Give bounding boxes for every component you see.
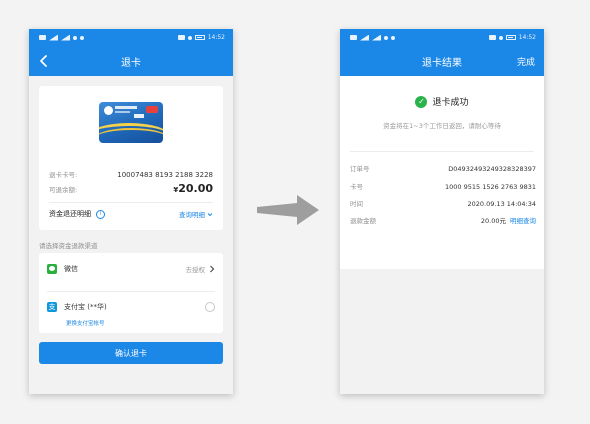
refund-amount-row: 退款金额 20.00元 明细查询: [350, 215, 536, 225]
card-union-tag: [146, 106, 158, 113]
result-panel: ✓ 退卡成功 资金将在1~3个工作日返回，请耐心等待 订单号 D04932493…: [340, 76, 544, 269]
refund-detail-heading: 资金退还明细 i: [49, 209, 105, 219]
result-divider: [350, 151, 534, 152]
done-button[interactable]: 完成: [517, 55, 535, 68]
wechat-icon: [47, 264, 57, 274]
status-icons-left: [39, 34, 84, 41]
refund-amount: 20.00元 明细查询: [481, 215, 536, 225]
query-detail-link[interactable]: 查询明细: [179, 209, 213, 219]
order-value: D04932493249328328397: [448, 165, 536, 173]
time-label: 时间: [350, 200, 363, 208]
wechat-authorize-label: 去授权: [185, 266, 206, 274]
wifi-icon: [73, 35, 77, 40]
balance-amount: ¥20.00: [173, 182, 213, 195]
nfc-icon: [488, 35, 496, 40]
balance-value: 20.00: [178, 182, 213, 195]
vibrate-icon: [187, 35, 192, 40]
refund-amount-value: 20.00元: [480, 217, 506, 225]
time-value: 2020.09.13 14:04:34: [467, 200, 536, 208]
signal-icon: [49, 34, 58, 41]
refund-card-screen: 14:52 退卡 退卡卡号: 10007483 8193 2188 3228 可…: [29, 29, 233, 394]
transit-card-image: [99, 102, 163, 143]
card-label-mark: [134, 114, 144, 118]
refund-channel-prompt: 请选择资金退款渠道: [39, 242, 98, 250]
card-number-value: 10007483 8193 2188 3228: [117, 171, 213, 179]
wechat-option[interactable]: 微信 去授权: [47, 259, 215, 279]
battery-icon: [194, 35, 205, 40]
card-brand-mark: [115, 106, 137, 109]
sim-icon: [39, 35, 46, 40]
card-value: 1000 9515 1526 2763 9831: [445, 183, 536, 191]
chevron-right-icon: [210, 265, 215, 273]
refund-detail-row: 资金退还明细 i 查询明细: [49, 209, 213, 219]
signal-icon-2: [61, 34, 70, 41]
success-heading: ✓ 退卡成功: [340, 95, 544, 108]
status-time: 14:52: [207, 33, 225, 41]
page-title: 退卡结果: [422, 57, 462, 69]
card-logo: [104, 106, 113, 115]
detail-query-link[interactable]: 明细查询: [510, 217, 536, 225]
notification-icon: [391, 35, 395, 40]
card-wave-2: [99, 128, 163, 143]
confirm-refund-button[interactable]: 确认退卡: [39, 342, 223, 364]
nav-bar: 退卡: [29, 46, 233, 76]
balance-label: 可退余额:: [49, 186, 78, 194]
success-subtitle: 资金将在1~3个工作日返回，请耐心等待: [383, 122, 501, 130]
wechat-authorize[interactable]: 去授权: [186, 264, 216, 274]
signal-icon: [360, 34, 369, 41]
balance-row: 可退余额: ¥20.00: [49, 182, 213, 195]
card-number-label: 退卡卡号:: [49, 171, 78, 179]
card-label: 卡号: [350, 183, 363, 191]
nfc-icon: [177, 35, 185, 40]
alipay-option[interactable]: 支 支付宝 (**华): [47, 297, 215, 317]
channel-divider: [47, 291, 215, 292]
vibrate-icon: [498, 35, 503, 40]
order-row: 订单号 D04932493249328328397: [350, 163, 536, 173]
card-brand-submark: [115, 111, 130, 113]
status-bar: 14:52: [29, 29, 233, 46]
success-title: 退卡成功: [432, 98, 469, 108]
status-icons-right: 14:52: [488, 33, 536, 41]
page-title: 退卡: [121, 57, 141, 69]
alipay-icon: 支: [47, 302, 57, 312]
wechat-option-left: 微信: [47, 264, 78, 274]
back-arrow-icon[interactable]: [38, 54, 50, 68]
nav-bar: 退卡结果 完成: [340, 46, 544, 76]
query-detail-label: 查询明细: [179, 211, 205, 219]
card-info-panel: 退卡卡号: 10007483 8193 2188 3228 可退余额: ¥20.…: [39, 86, 223, 230]
order-label: 订单号: [350, 165, 370, 173]
info-icon[interactable]: i: [96, 209, 105, 219]
wechat-label: 微信: [64, 265, 78, 273]
alipay-option-left: 支 支付宝 (**华): [47, 302, 107, 312]
alipay-label: 支付宝 (**华): [64, 303, 107, 311]
status-icons-left: [350, 34, 395, 41]
card-row: 卡号 1000 9515 1526 2763 9831: [350, 181, 536, 191]
status-time: 14:52: [518, 33, 536, 41]
refund-detail-title: 资金退还明细: [49, 210, 91, 218]
change-alipay-link[interactable]: 更换支付宝帐号: [66, 319, 105, 327]
battery-icon: [505, 35, 516, 40]
alipay-radio[interactable]: [205, 302, 215, 312]
success-check-icon: ✓: [415, 95, 428, 108]
chevron-down-icon: [207, 212, 213, 216]
refund-result-screen: 14:52 退卡结果 完成 ✓ 退卡成功 资金将在1~3个工作日返回，请耐心等待…: [340, 29, 544, 394]
card-number-row: 退卡卡号: 10007483 8193 2188 3228: [49, 169, 213, 179]
status-bar: 14:52: [340, 29, 544, 46]
time-row: 时间 2020.09.13 14:04:34: [350, 198, 536, 208]
wifi-icon: [384, 35, 388, 40]
card-divider: [49, 202, 213, 203]
status-icons-right: 14:52: [177, 33, 225, 41]
flow-arrow-icon: [257, 195, 319, 225]
signal-icon-2: [372, 34, 381, 41]
sim-icon: [350, 35, 357, 40]
refund-amount-label: 退款金额: [350, 217, 376, 225]
notification-icon: [80, 35, 84, 40]
refund-channel-panel: 微信 去授权 支 支付宝 (**华) 更换支付宝帐号: [39, 253, 223, 333]
